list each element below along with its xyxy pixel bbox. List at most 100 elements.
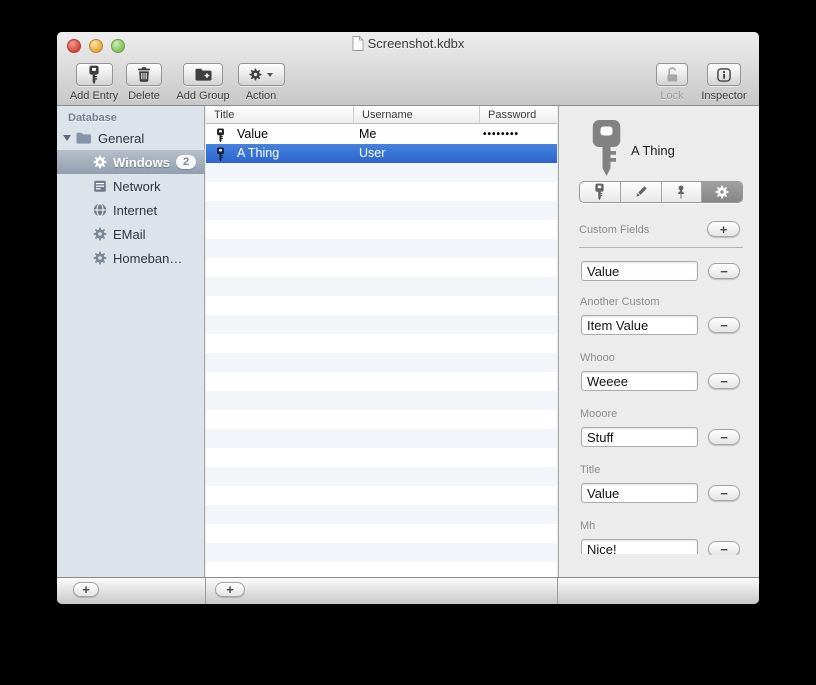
pushpin-icon	[675, 185, 687, 200]
custom-field-value-input[interactable]	[581, 483, 698, 503]
custom-field-value-input[interactable]	[581, 261, 698, 281]
key-icon-large	[589, 118, 624, 178]
remove-field-button[interactable]: −	[708, 317, 740, 333]
tab-general[interactable]	[580, 182, 620, 202]
inspector-panel: A Thing Custom Fields + − Another Custom…	[558, 106, 759, 577]
table-row-empty[interactable]	[206, 334, 557, 353]
sidebar-item-label: Network	[113, 178, 161, 194]
table-row-entry[interactable]: Value Me ••••••••	[206, 125, 557, 144]
minus-icon: −	[720, 485, 728, 501]
sidebar-section-header: Database	[68, 112, 117, 124]
custom-field-value-input[interactable]	[581, 427, 698, 447]
toolbar-item-add-entry: Add Entry	[65, 63, 123, 102]
custom-field-label: Whooo	[580, 352, 615, 364]
tab-notes[interactable]	[619, 182, 661, 202]
remove-field-button[interactable]: −	[708, 541, 740, 555]
table-row-empty[interactable]	[206, 391, 557, 410]
action-button[interactable]	[237, 63, 285, 86]
table-row-empty[interactable]	[206, 239, 557, 258]
table-row-empty[interactable]	[206, 163, 557, 182]
add-entry-footer-button[interactable]: +	[215, 582, 245, 597]
custom-fields-section-title: Custom Fields	[579, 224, 650, 236]
table-row-empty[interactable]	[206, 524, 557, 543]
server-icon	[93, 180, 107, 193]
remove-field-button[interactable]: −	[708, 263, 740, 279]
sidebar-item-email[interactable]: EMail	[57, 222, 205, 246]
globe-icon	[93, 203, 107, 217]
toolbar-item-inspector: Inspector	[695, 63, 753, 102]
tab-custom-fields[interactable]	[701, 182, 742, 202]
disclosure-triangle-icon[interactable]	[63, 135, 71, 141]
delete-button[interactable]	[126, 63, 162, 86]
remove-field-button[interactable]: −	[708, 485, 740, 501]
table-row-empty[interactable]	[206, 505, 557, 524]
column-header-title[interactable]: Title	[206, 106, 353, 124]
custom-field-label: Mh	[580, 520, 596, 532]
table-row-empty[interactable]	[206, 372, 557, 391]
window-title: Screenshot.kdbx	[57, 36, 759, 51]
lock-label: Lock	[660, 90, 684, 102]
gear-icon	[93, 227, 107, 241]
add-custom-field-button[interactable]: +	[707, 221, 740, 237]
tab-attachments[interactable]	[660, 182, 702, 202]
custom-field-label: Title	[580, 464, 601, 476]
table-row-empty[interactable]	[206, 543, 557, 562]
add-group-label: Add Group	[176, 90, 230, 102]
table-row-empty[interactable]	[206, 220, 557, 239]
remove-field-button[interactable]: −	[708, 429, 740, 445]
table-row-empty[interactable]	[206, 429, 557, 448]
custom-field-label: Another Custom	[580, 296, 660, 308]
inspector-button[interactable]	[707, 63, 741, 86]
add-group-button[interactable]	[183, 63, 223, 86]
trash-icon	[137, 67, 151, 82]
inspector-entry-title: A Thing	[631, 143, 675, 158]
add-entry-button[interactable]	[75, 63, 113, 86]
sidebar-item-homebanking[interactable]: Homeban…	[57, 246, 205, 270]
table-row-empty[interactable]	[206, 201, 557, 220]
footer-divider	[205, 578, 206, 604]
column-header-username[interactable]: Username	[353, 106, 479, 124]
table-row-empty[interactable]	[206, 486, 557, 505]
key-icon	[88, 65, 100, 85]
sidebar-item-general[interactable]: General	[57, 126, 205, 150]
inspector-label: Inspector	[701, 90, 747, 102]
table-row-empty[interactable]	[206, 467, 557, 486]
sidebar-item-internet[interactable]: Internet	[57, 198, 205, 222]
key-icon	[594, 183, 605, 201]
entry-title-cell: A Thing	[237, 146, 280, 160]
footer-divider	[557, 578, 558, 604]
column-header-password[interactable]: Password	[479, 106, 557, 124]
table-row-empty[interactable]	[206, 562, 557, 577]
padlock-open-icon	[666, 67, 679, 83]
minus-icon: −	[720, 541, 728, 556]
table-row-empty[interactable]	[206, 353, 557, 372]
sidebar-item-label: Internet	[113, 202, 158, 218]
entry-title-cell: Value	[237, 127, 269, 141]
table-row-empty[interactable]	[206, 410, 557, 429]
minus-icon: −	[720, 317, 728, 333]
remove-field-button-clipped: −	[708, 541, 740, 555]
table-row-empty[interactable]	[206, 448, 557, 467]
sidebar-item-windows[interactable]: Windows 2	[57, 150, 205, 174]
table-row-empty[interactable]	[206, 258, 557, 277]
toolbar-item-delete: Delete	[123, 63, 165, 102]
custom-field-value-input[interactable]	[581, 371, 698, 391]
group-sidebar: Database General Windows 2 Network Inter…	[57, 106, 205, 577]
table-row-empty[interactable]	[206, 315, 557, 334]
sidebar-item-label: Windows	[113, 154, 170, 170]
gear-icon	[249, 68, 262, 81]
table-row-empty[interactable]	[206, 277, 557, 296]
custom-field-value-input[interactable]	[581, 315, 698, 335]
sidebar-item-label: Homeban…	[113, 250, 183, 266]
table-row-entry-selected[interactable]: A Thing User	[206, 144, 557, 163]
table-row-empty[interactable]	[206, 296, 557, 315]
sidebar-item-network[interactable]: Network	[57, 174, 205, 198]
table-row-empty[interactable]	[206, 182, 557, 201]
delete-label: Delete	[128, 90, 160, 102]
add-group-footer-button[interactable]: +	[73, 582, 99, 597]
lock-button[interactable]	[656, 63, 688, 86]
custom-field-value-input[interactable]	[581, 539, 698, 554]
minus-icon: −	[720, 373, 728, 389]
remove-field-button[interactable]: −	[708, 373, 740, 389]
custom-field-label: Mooore	[580, 408, 618, 420]
